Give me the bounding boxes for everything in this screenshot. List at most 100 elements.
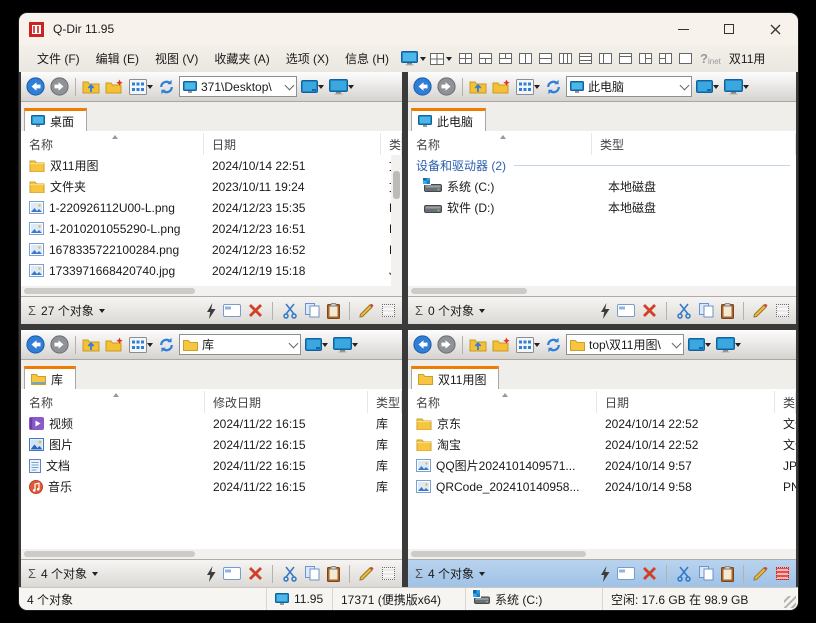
copy-button[interactable] [699, 566, 714, 581]
file-row[interactable]: 1-220926112U00-L.png 2024/12/23 15:35 PN… [21, 197, 402, 218]
cut-button[interactable] [676, 303, 692, 319]
new-folder-button[interactable] [104, 78, 125, 95]
folder-view-large-button[interactable] [328, 78, 355, 96]
cut-button[interactable] [282, 566, 298, 582]
actions-button[interactable] [600, 566, 610, 582]
scrollbar-thumb[interactable] [393, 171, 400, 199]
new-folder-button[interactable] [491, 336, 512, 353]
back-button[interactable] [412, 334, 433, 355]
drive-row[interactable]: 软件 (D:) 本地磁盘 [408, 197, 796, 218]
scrollbar-thumb[interactable] [24, 551, 195, 557]
back-button[interactable] [412, 76, 433, 97]
scrollbar-thumb[interactable] [411, 551, 586, 557]
horizontal-scrollbar[interactable] [21, 549, 402, 559]
paste-button[interactable] [327, 566, 340, 582]
actions-button[interactable] [206, 303, 216, 319]
library-row[interactable]: 图片 2024/11/22 16:15 库 [21, 434, 402, 455]
copy-button[interactable] [305, 566, 320, 581]
refresh-button[interactable] [157, 78, 176, 96]
maximize-button[interactable] [706, 13, 752, 45]
forward-button[interactable] [49, 334, 70, 355]
layout-preset-10-button[interactable] [639, 53, 652, 64]
up-folder-button[interactable] [468, 78, 488, 95]
selection-grid-button[interactable] [382, 567, 395, 580]
layout-preset-1-button[interactable] [459, 53, 472, 64]
rename-button[interactable] [617, 567, 635, 580]
paste-button[interactable] [327, 303, 340, 319]
address-bar[interactable]: 库 [179, 334, 301, 355]
menu-info[interactable]: 信息 (H) [337, 47, 397, 70]
up-folder-button[interactable] [81, 78, 101, 95]
chevron-down-icon[interactable] [92, 572, 98, 576]
address-bar[interactable]: 371\Desktop\ [179, 76, 297, 97]
layout-preset-12-button[interactable] [679, 53, 692, 64]
actions-button[interactable] [600, 303, 610, 319]
horizontal-scrollbar[interactable] [408, 286, 796, 296]
folder-view-small-button[interactable] [304, 337, 329, 352]
new-folder-button[interactable] [104, 336, 125, 353]
folder-view-large-button[interactable] [715, 336, 742, 354]
column-name[interactable]: 名称 [21, 391, 205, 413]
copy-button[interactable] [699, 303, 714, 318]
folder-view-small-button[interactable] [300, 79, 325, 94]
up-folder-button[interactable] [468, 336, 488, 353]
cut-button[interactable] [676, 566, 692, 582]
library-row[interactable]: 音乐 2024/11/22 16:15 库 [21, 476, 402, 497]
refresh-button[interactable] [544, 78, 563, 96]
column-name[interactable]: 名称 [21, 133, 204, 155]
address-bar[interactable]: 此电脑 [566, 76, 692, 97]
rename-button[interactable] [223, 304, 241, 317]
refresh-button[interactable] [157, 336, 176, 354]
file-row[interactable]: QQ图片2024101409571... 2024/10/14 9:57 JPE… [408, 455, 796, 476]
back-button[interactable] [25, 76, 46, 97]
minimize-button[interactable] [660, 13, 706, 45]
tab-this-pc[interactable]: 此电脑 [411, 108, 486, 131]
cut-button[interactable] [282, 303, 298, 319]
horizontal-scrollbar[interactable] [408, 549, 796, 559]
address-bar[interactable]: top\双11用图\ [566, 334, 684, 355]
selection-grid-button[interactable] [776, 304, 789, 317]
format-button[interactable] [359, 304, 375, 318]
layout-preset-3-button[interactable] [499, 53, 512, 64]
format-button[interactable] [359, 567, 375, 581]
up-folder-button[interactable] [81, 336, 101, 353]
library-row[interactable]: 文档 2024/11/22 16:15 库 [21, 455, 402, 476]
layout-preset-11-button[interactable] [659, 53, 672, 64]
menu-options[interactable]: 选项 (X) [278, 47, 337, 70]
layout-preset-2-button[interactable] [479, 53, 492, 64]
computer-dropdown-button[interactable] [401, 51, 426, 66]
layout-preset-9-button[interactable] [619, 53, 632, 64]
layout-preset-6-button[interactable] [559, 53, 572, 64]
resize-grip[interactable] [784, 596, 796, 608]
library-row[interactable]: 视频 2024/11/22 16:15 库 [21, 413, 402, 434]
horizontal-scrollbar[interactable] [21, 286, 402, 296]
layout-quad-dropdown-button[interactable] [430, 53, 452, 65]
format-button[interactable] [753, 304, 769, 318]
vertical-scrollbar[interactable] [391, 155, 402, 286]
chevron-down-icon[interactable] [479, 309, 485, 313]
column-name[interactable]: 名称 [408, 391, 597, 413]
inet-help-button[interactable]: ?inet [700, 52, 721, 66]
close-button[interactable] [752, 13, 798, 45]
format-button[interactable] [753, 567, 769, 581]
tab-libraries[interactable]: 库 [24, 366, 76, 389]
rename-button[interactable] [223, 567, 241, 580]
actions-button[interactable] [206, 566, 216, 582]
layout-preset-5-button[interactable] [539, 53, 552, 64]
chevron-down-icon[interactable] [479, 572, 485, 576]
column-type[interactable]: 类型 [775, 391, 796, 413]
folder-view-small-button[interactable] [687, 337, 712, 352]
forward-button[interactable] [436, 76, 457, 97]
column-type[interactable]: 类型 [368, 391, 402, 413]
file-row[interactable]: 京东 2024/10/14 22:52 文件夹 [408, 413, 796, 434]
folder-view-large-button[interactable] [332, 336, 359, 354]
file-row[interactable]: QRCode_202410140958... 2024/10/14 9:58 P… [408, 476, 796, 497]
delete-button[interactable] [248, 303, 263, 318]
menu-edit[interactable]: 编辑 (E) [88, 47, 147, 70]
selection-grid-button[interactable] [382, 304, 395, 317]
file-row[interactable]: 文件夹 2023/10/11 19:24 文件夹 [21, 176, 402, 197]
file-row[interactable]: 双11用图 2024/10/14 22:51 文件夹 [21, 155, 402, 176]
menu-file[interactable]: 文件 (F) [29, 47, 88, 70]
menu-view[interactable]: 视图 (V) [147, 47, 206, 70]
scrollbar-thumb[interactable] [411, 288, 527, 294]
